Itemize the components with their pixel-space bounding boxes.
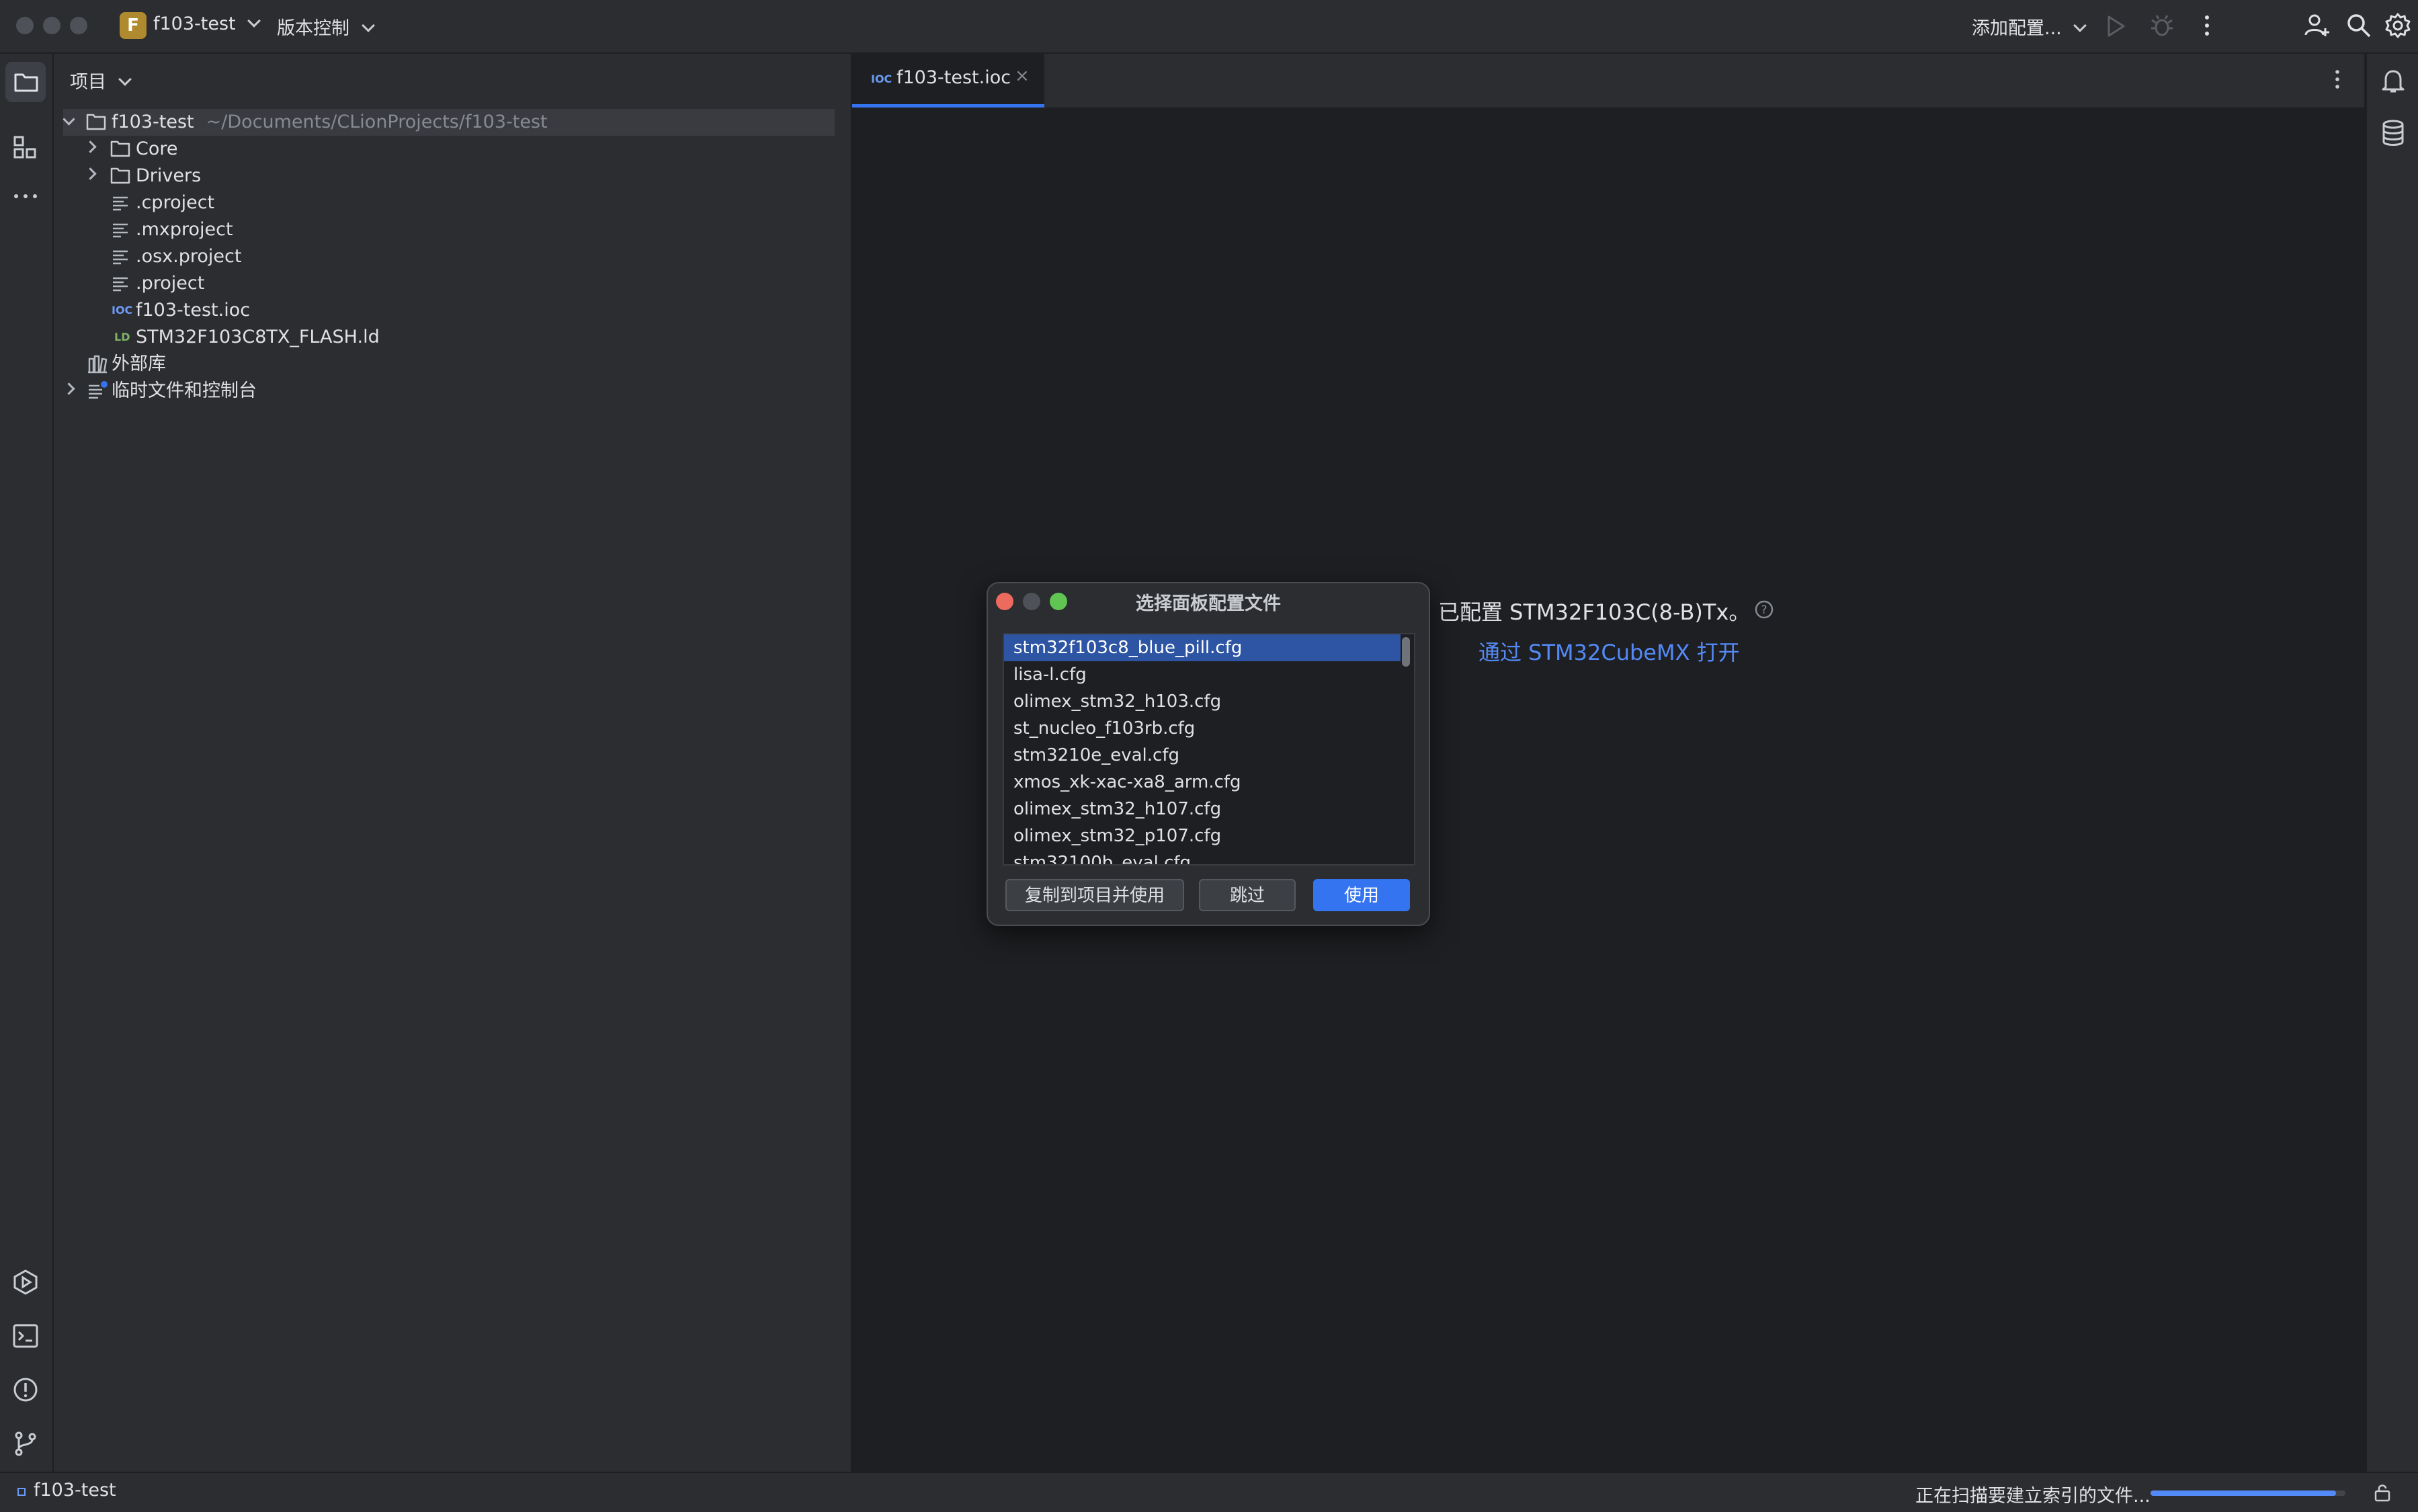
more-tools-icon[interactable] <box>12 191 39 202</box>
board-config-dialog: 选择面板配置文件 stm32f103c8_blue_pill.cfg lisa-… <box>987 582 1430 926</box>
run-config-label: 添加配置... <box>1972 18 2062 39</box>
chevron-down-icon <box>2073 19 2087 32</box>
list-item[interactable]: stm32f103c8_blue_pill.cfg <box>1004 634 1401 661</box>
chevron-down-icon <box>247 14 261 28</box>
list-item[interactable]: st_nucleo_f103rb.cfg <box>1004 715 1401 742</box>
project-switcher[interactable]: f103-test <box>153 13 261 34</box>
project-panel-title: 项目 <box>70 72 106 93</box>
more-vertical-icon[interactable] <box>2331 69 2344 90</box>
tab-close-icon[interactable]: × <box>1015 66 1030 86</box>
tree-item-external-libs[interactable]: 外部库 <box>112 351 166 378</box>
tab-label: f103-test.ioc <box>897 67 1011 88</box>
tree-item-scratches[interactable]: 临时文件和控制台 <box>112 378 257 405</box>
add-user-icon[interactable] <box>2304 12 2331 39</box>
title-bar: F f103-test 版本控制 添加配置... <box>0 0 2418 54</box>
root-path: ~/Documents/CLionProjects/f103-test <box>206 112 548 132</box>
tree-item-ld[interactable]: STM32F103C8TX_FLASH.ld <box>136 324 380 351</box>
editor-tab-bar <box>852 54 2364 109</box>
ld-file-icon: LD <box>114 331 130 343</box>
text-file-icon <box>112 195 129 211</box>
list-item[interactable]: olimex_stm32_p107.cfg <box>1004 823 1401 849</box>
module-icon <box>17 1488 26 1496</box>
debug-icon[interactable] <box>2151 13 2173 38</box>
lock-icon[interactable] <box>2372 1482 2392 1503</box>
folder-icon <box>110 140 130 157</box>
indexing-progress-fill <box>2151 1490 2336 1496</box>
folder-icon <box>110 167 130 184</box>
run-config-selector[interactable]: 添加配置... <box>1972 13 2087 40</box>
window-close-button[interactable] <box>16 17 34 34</box>
mcu-info-text: 已配置 STM32F103C(8-B)Tx。 <box>1438 599 1751 625</box>
run-icon[interactable] <box>2105 15 2126 38</box>
vcs-menu[interactable]: 版本控制 <box>277 13 375 40</box>
terminal-icon[interactable] <box>12 1322 39 1349</box>
problems-icon[interactable] <box>12 1376 39 1403</box>
indexing-progress-bar <box>2151 1490 2345 1496</box>
settings-gear-icon[interactable] <box>2384 12 2411 39</box>
tree-item-project[interactable]: .project <box>136 270 204 297</box>
tree-item-cproject[interactable]: .cproject <box>136 190 214 216</box>
project-panel-header[interactable]: 项目 <box>70 67 132 93</box>
structure-icon[interactable] <box>13 136 38 160</box>
database-icon[interactable] <box>2380 120 2406 146</box>
git-branch-icon[interactable] <box>12 1430 39 1457</box>
tree-item-mxproject[interactable]: .mxproject <box>136 216 233 243</box>
list-item[interactable]: olimex_stm32_h103.cfg <box>1004 688 1401 715</box>
use-button[interactable]: 使用 <box>1313 879 1410 911</box>
ioc-file-icon: IOC <box>112 304 133 317</box>
tree-root[interactable]: f103-test ~/Documents/CLionProjects/f103-… <box>112 109 548 136</box>
project-tool-button[interactable] <box>5 62 46 102</box>
list-item[interactable]: stm3210e_eval.cfg <box>1004 742 1401 769</box>
list-item[interactable]: xmos_xk-xac-xa8_arm.cfg <box>1004 769 1401 796</box>
indexing-status-text[interactable]: 正在扫描要建立索引的文件... <box>1915 1481 2151 1507</box>
project-folder-icon <box>14 72 38 92</box>
config-file-list[interactable]: stm32f103c8_blue_pill.cfg lisa-l.cfg oli… <box>1003 633 1415 866</box>
window-zoom-button[interactable] <box>70 17 87 34</box>
text-file-icon <box>112 222 129 238</box>
vcs-label: 版本控制 <box>277 18 349 39</box>
help-icon[interactable]: ? <box>1754 599 1774 620</box>
window-minimize-button[interactable] <box>43 17 60 34</box>
project-name: f103-test <box>153 13 236 34</box>
list-item[interactable]: stm32100b_eval.cfg <box>1004 849 1401 864</box>
status-bar: f103-test 正在扫描要建立索引的文件... <box>0 1472 2418 1512</box>
notifications-bell-icon[interactable] <box>2380 67 2406 94</box>
scratches-icon <box>87 380 109 401</box>
search-icon[interactable] <box>2345 12 2372 39</box>
services-icon[interactable] <box>12 1269 39 1296</box>
open-cubemx-link[interactable]: 通过 STM32CubeMX 打开 <box>1478 636 1740 667</box>
text-file-icon <box>112 249 129 265</box>
list-item[interactable]: olimex_stm32_h107.cfg <box>1004 796 1401 823</box>
skip-button[interactable]: 跳过 <box>1199 879 1296 911</box>
svg-text:?: ? <box>1761 603 1767 617</box>
list-scrollbar-thumb[interactable] <box>1402 637 1410 667</box>
dialog-title: 选择面板配置文件 <box>1136 593 1281 614</box>
more-vertical-icon[interactable] <box>2199 13 2215 38</box>
project-badge: F <box>120 12 147 39</box>
tree-item-osx-project[interactable]: .osx.project <box>136 243 241 270</box>
editor-tab[interactable]: IOC f103-test.ioc × <box>852 54 1044 108</box>
list-item[interactable]: lisa-l.cfg <box>1004 661 1401 688</box>
status-project-name[interactable]: f103-test <box>34 1480 116 1501</box>
chevron-down-icon <box>118 73 132 86</box>
copy-and-use-button[interactable]: 复制到项目并使用 <box>1005 879 1184 911</box>
chevron-down-icon <box>361 19 375 32</box>
text-file-icon <box>112 276 129 292</box>
library-icon <box>87 355 108 374</box>
tree-item-ioc[interactable]: f103-test.ioc <box>136 297 250 324</box>
tree-item-core[interactable]: Core <box>136 136 178 163</box>
tree-item-drivers[interactable]: Drivers <box>136 163 201 190</box>
left-toolbar <box>0 54 54 1472</box>
folder-icon <box>86 113 106 130</box>
right-toolbar <box>2366 54 2418 1472</box>
ioc-file-icon: IOC <box>871 73 892 85</box>
root-name: f103-test <box>112 112 194 132</box>
